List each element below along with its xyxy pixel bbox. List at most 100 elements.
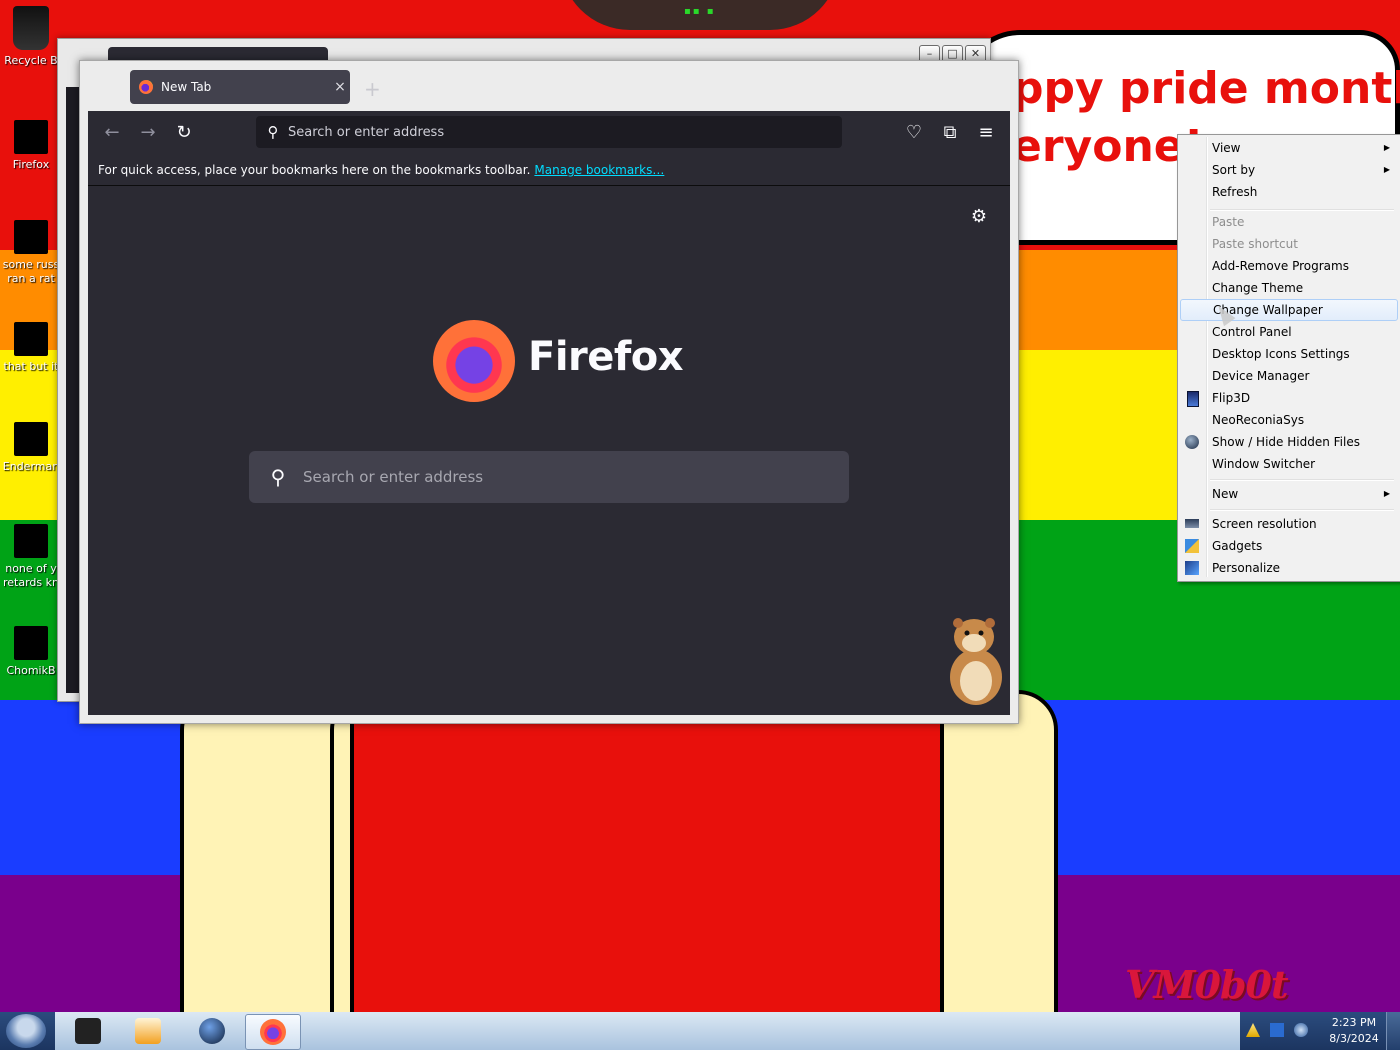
menu-item-control-panel[interactable]: Control Panel: [1180, 321, 1396, 343]
close-tab-icon[interactable]: ×: [330, 79, 350, 95]
taskbar: 2:23 PM 8/3/2024: [0, 1012, 1400, 1050]
menu-item-show-hide-hidden-files[interactable]: Show / Hide Hidden Files: [1180, 431, 1396, 453]
desktop-icon-file[interactable]: some russ ran a rat: [0, 220, 62, 286]
bookmarks-toolbar: For quick access, place your bookmarks h…: [88, 155, 1010, 186]
tab-new-tab[interactable]: New Tab ×: [130, 70, 350, 104]
menu-item-label: Sort by: [1212, 163, 1256, 177]
system-clock[interactable]: 2:23 PM 8/3/2024: [1324, 1015, 1384, 1047]
taskbar-media-player-button[interactable]: [121, 1014, 175, 1048]
desktop-icon-label: that but it: [3, 360, 59, 373]
new-tab-page: ⚙ Firefox ⚲ Search or enter address: [88, 186, 1010, 715]
menu-item-screen-resolution[interactable]: Screen resolution: [1180, 513, 1396, 535]
reload-icon[interactable]: ↻: [172, 121, 196, 145]
menu-item-label: Device Manager: [1212, 369, 1310, 383]
desktop-context-menu: View ▶ Sort by ▶ Refresh Paste Paste sho…: [1177, 134, 1400, 582]
firefox-logo-icon: [433, 320, 515, 402]
menu-item-paste-shortcut[interactable]: Paste shortcut: [1180, 233, 1396, 255]
taskbar-terminal-button[interactable]: [61, 1014, 115, 1048]
url-bar[interactable]: ⚲ Search or enter address: [256, 116, 842, 148]
clock-time: 2:23 PM: [1331, 1016, 1377, 1029]
desktop-icon-label: Firefox: [12, 158, 50, 171]
extensions-icon[interactable]: ⧉: [938, 121, 962, 145]
submenu-arrow-icon: ▶: [1383, 165, 1390, 174]
file-icon: [14, 220, 48, 254]
menu-item-label: Desktop Icons Settings: [1212, 347, 1350, 361]
wallpaper-character-arm-right: [940, 690, 1058, 1012]
url-bar-placeholder: Search or enter address: [288, 124, 445, 140]
globe-browser-icon: [199, 1018, 225, 1044]
menu-item-label: Gadgets: [1212, 539, 1263, 553]
menu-item-view[interactable]: View ▶: [1180, 137, 1396, 159]
menu-item-label: Flip3D: [1212, 391, 1251, 405]
desktop-icon-enderman[interactable]: Enderman: [0, 422, 62, 474]
manage-bookmarks-link[interactable]: Manage bookmarks…: [534, 163, 664, 177]
network-icon[interactable]: [1294, 1023, 1308, 1037]
new-tab-search-placeholder: Search or enter address: [303, 468, 484, 486]
taskbar-globe-button[interactable]: [185, 1014, 239, 1048]
taskbar-firefox-button[interactable]: [245, 1014, 301, 1050]
recycle-bin-icon: [13, 6, 49, 50]
desktop-icon-folder[interactable]: that but it: [0, 322, 62, 374]
desktop-icon-label: Recycle B: [4, 54, 58, 67]
menu-separator: [1210, 509, 1394, 511]
menu-item-flip3d[interactable]: Flip3D: [1180, 387, 1396, 409]
forward-icon[interactable]: →: [136, 121, 160, 145]
personalize-icon: [1185, 561, 1199, 575]
desktop-icon-media[interactable]: none of y retards kn: [0, 524, 62, 590]
menu-item-label: Paste: [1212, 215, 1245, 229]
wallpaper-character-shirt: [350, 690, 958, 1012]
new-tab-button[interactable]: +: [364, 77, 381, 101]
back-icon[interactable]: ←: [100, 121, 124, 145]
menu-item-label: NeoReconiaSys: [1212, 413, 1305, 427]
menu-item-desktop-icons-settings[interactable]: Desktop Icons Settings: [1180, 343, 1396, 365]
pocket-icon[interactable]: ♡: [902, 121, 926, 145]
desktop-icon-firefox[interactable]: Firefox: [0, 120, 62, 172]
show-desktop-button[interactable]: [1386, 1012, 1400, 1050]
menu-icon[interactable]: ≡: [974, 121, 998, 145]
menu-item-new[interactable]: New ▶: [1180, 483, 1396, 505]
tab-strip: New Tab × +: [88, 69, 1010, 111]
menu-item-paste[interactable]: Paste: [1180, 211, 1396, 233]
desktop-icon-label: ChomikB: [6, 664, 56, 677]
menu-item-gadgets[interactable]: Gadgets: [1180, 535, 1396, 557]
menu-item-sort-by[interactable]: Sort by ▶: [1180, 159, 1396, 181]
folder-icon: [14, 322, 48, 356]
menu-item-label: View: [1212, 141, 1241, 155]
navigation-toolbar: ← → ↻ ⚲ Search or enter address ♡ ⧉ ≡: [88, 111, 1010, 155]
desktop-icon-recycle-bin[interactable]: Recycle B: [0, 6, 62, 68]
start-button[interactable]: [6, 1014, 46, 1048]
search-icon: ⚲: [270, 465, 286, 489]
flip3d-icon: [1187, 391, 1199, 407]
menu-item-change-theme[interactable]: Change Theme: [1180, 277, 1396, 299]
submenu-arrow-icon: ▶: [1383, 143, 1390, 152]
firefox-taskbar-icon: [260, 1019, 286, 1045]
menu-item-refresh[interactable]: Refresh: [1180, 181, 1396, 203]
menu-item-neoreconiasys[interactable]: NeoReconiaSys: [1180, 409, 1396, 431]
show-hidden-icons-icon[interactable]: [1246, 1023, 1260, 1037]
search-icon: ⚲: [267, 123, 279, 141]
menu-item-label: Show / Hide Hidden Files: [1212, 435, 1360, 449]
document-icon: [14, 422, 48, 456]
hamster-sticker: [950, 618, 1002, 705]
firefox-window[interactable]: – □ ✕ New Tab × + ← → ↻ ⚲ Search or ente…: [79, 60, 1019, 724]
menu-item-label: Screen resolution: [1212, 517, 1317, 531]
bookmarks-toolbar-message: For quick access, place your bookmarks h…: [98, 163, 531, 177]
desktop-icon-chomik[interactable]: ChomikB: [0, 626, 62, 678]
desktop-icon-label: some russ ran a rat: [2, 258, 60, 285]
wallpaper-watermark: VM0b0t: [1125, 962, 1289, 1007]
menu-item-device-manager[interactable]: Device Manager: [1180, 365, 1396, 387]
settings-gear-icon[interactable]: ⚙: [968, 206, 990, 228]
firefox-tab-favicon-icon: [139, 80, 153, 94]
firefox-shortcut-icon: [14, 120, 48, 154]
new-tab-search-box[interactable]: ⚲ Search or enter address: [249, 451, 849, 503]
media-icon: [14, 524, 48, 558]
menu-item-window-switcher[interactable]: Window Switcher: [1180, 453, 1396, 475]
desktop-icon-label: none of y retards kn: [3, 562, 59, 589]
tab-title: New Tab: [161, 80, 212, 94]
action-center-icon[interactable]: [1270, 1023, 1284, 1037]
menu-item-label: Refresh: [1212, 185, 1258, 199]
clock-date: 8/3/2024: [1329, 1032, 1379, 1045]
gadgets-icon: [1185, 539, 1199, 553]
menu-item-personalize[interactable]: Personalize: [1180, 557, 1396, 579]
menu-item-add-remove-programs[interactable]: Add-Remove Programs: [1180, 255, 1396, 277]
